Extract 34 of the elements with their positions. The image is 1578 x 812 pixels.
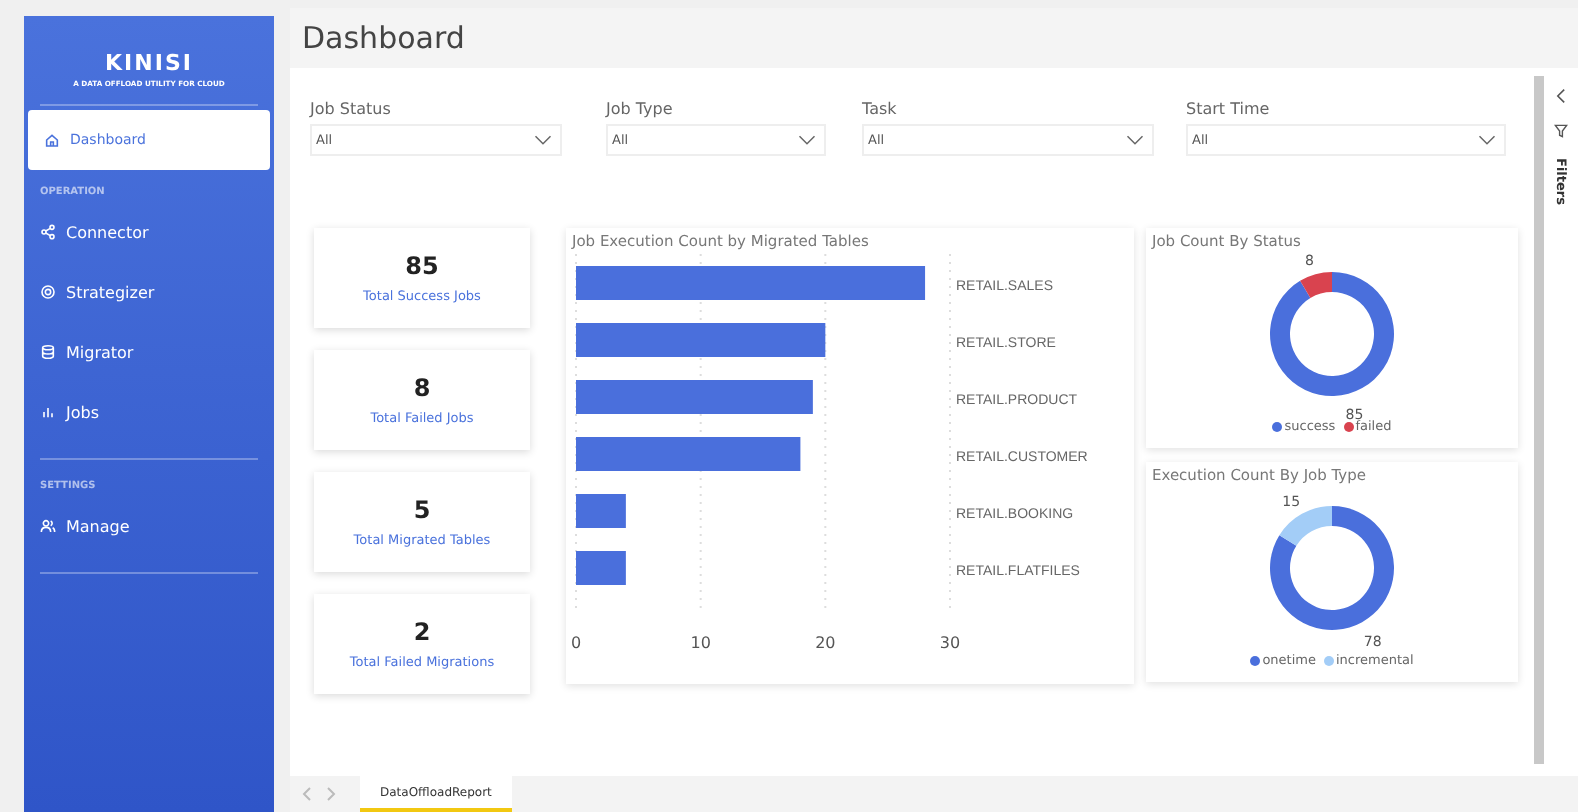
axis-tick-label: 20 bbox=[815, 634, 836, 652]
kpi-value: 85 bbox=[405, 252, 439, 280]
bar bbox=[576, 494, 626, 528]
kpi-value: 8 bbox=[413, 374, 431, 402]
bars-icon bbox=[40, 404, 56, 420]
chevron-left-icon bbox=[1556, 88, 1566, 104]
share-icon bbox=[40, 224, 56, 240]
bar bbox=[576, 551, 626, 585]
filter-label: Job Status bbox=[310, 100, 393, 118]
axis-tick-label: 30 bbox=[939, 634, 961, 652]
chevron-down-icon bbox=[534, 134, 552, 146]
chevron-down-icon bbox=[1126, 134, 1144, 146]
chevron-down-icon bbox=[1478, 134, 1496, 146]
filter-icon bbox=[1554, 124, 1568, 138]
filter-label: Task bbox=[862, 100, 899, 118]
scrollbar[interactable] bbox=[1534, 76, 1544, 764]
nav-item[interactable]: Connector bbox=[24, 202, 274, 262]
filter-label: Job Type bbox=[606, 100, 675, 118]
nav-item[interactable]: Migrator bbox=[24, 322, 274, 382]
chevron-down-icon bbox=[798, 134, 816, 146]
nav-item[interactable]: Jobs bbox=[24, 382, 274, 442]
nav-item[interactable]: Strategizer bbox=[24, 262, 274, 322]
nav-item[interactable]: Manage bbox=[24, 496, 274, 556]
axis-tick-label: 0 bbox=[570, 634, 582, 652]
database-icon bbox=[40, 344, 56, 360]
users-icon bbox=[40, 518, 56, 534]
logo-text: KINISI bbox=[103, 50, 195, 76]
kpi-value: 2 bbox=[413, 618, 431, 646]
axis-tick-label: 10 bbox=[690, 634, 711, 652]
target-icon bbox=[40, 284, 56, 300]
kpi-value: 5 bbox=[413, 496, 431, 524]
filter-label: Start Time bbox=[1186, 100, 1272, 118]
page-title: Dashboard bbox=[290, 8, 1578, 68]
home-icon bbox=[44, 132, 60, 148]
